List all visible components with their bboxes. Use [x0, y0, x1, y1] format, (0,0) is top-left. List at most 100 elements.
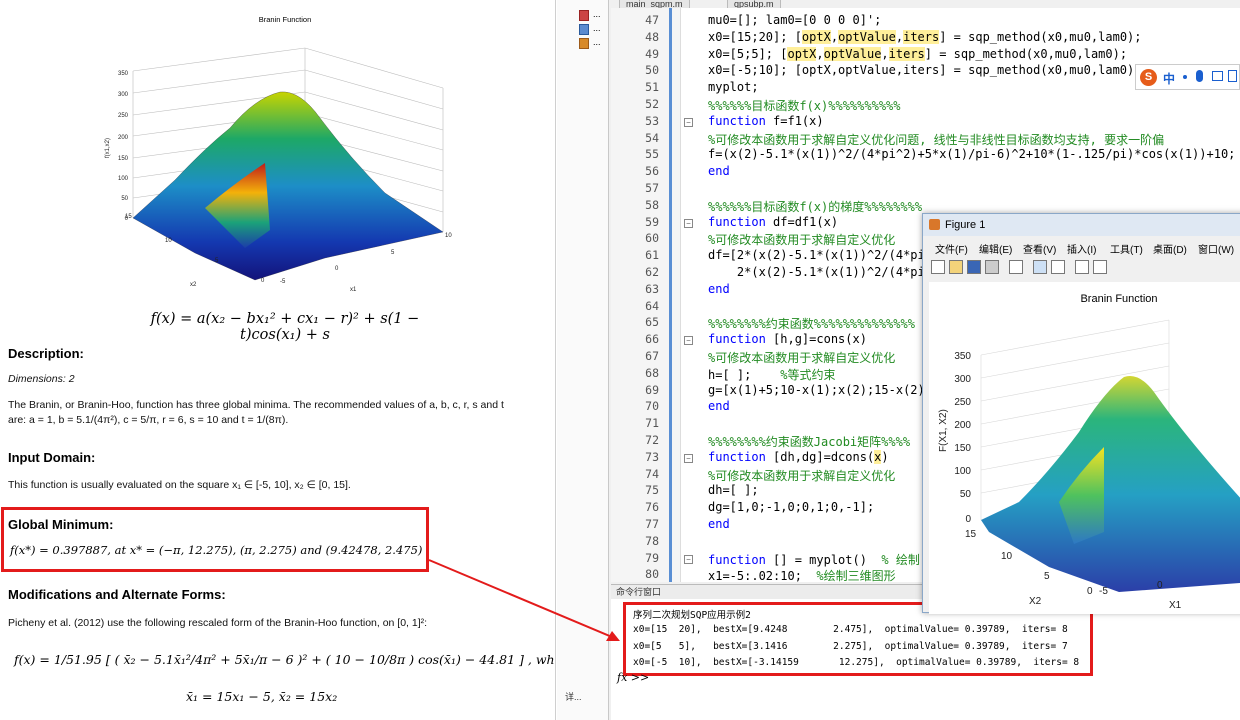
output-line: x0=[-5 10], bestX=[-3.14159 12.275], opt… — [633, 657, 1080, 668]
code-line[interactable]: dh=[ ]; — [708, 483, 759, 497]
plot-tools-icon[interactable] — [1093, 260, 1107, 274]
code-line[interactable]: x0=[15;20]; [optX,optValue,iters] = sqp_… — [708, 29, 1142, 44]
global-minimum-formula: f(x*) = 0.397887, at x* = (−π, 12.275), … — [10, 543, 423, 557]
microphone-icon[interactable] — [1196, 70, 1203, 82]
property-editor-icon[interactable] — [1051, 260, 1065, 274]
figure-titlebar[interactable]: Figure 1 — [923, 214, 1240, 236]
svg-text:X2: X2 — [1029, 596, 1042, 607]
figure-menubar: 文件(F) 编辑(E) 查看(V) 插入(I) 工具(T) 桌面(D) 窗口(W… — [923, 238, 1240, 256]
line-number: 75 — [645, 483, 659, 498]
code-line[interactable]: df=[2*(x(2)-5.1*(x(1))^2/(4*pi — [708, 248, 925, 262]
menu-view[interactable]: 查看(V) — [1023, 241, 1056, 256]
line-number: 76 — [645, 500, 659, 515]
svg-text:0: 0 — [1157, 580, 1163, 591]
fold-toggle-icon[interactable]: − — [684, 117, 693, 127]
code-line[interactable]: dg=[1,0;-1,0;0,1;0,-1]; — [708, 500, 874, 514]
line-number: 60 — [645, 231, 659, 246]
modifications-text: Picheny et al. (2012) use the following … — [8, 617, 428, 629]
modifications-heading: Modifications and Alternate Forms: — [8, 587, 226, 602]
svg-text:15: 15 — [965, 529, 977, 540]
code-line[interactable]: end — [708, 399, 730, 413]
svg-text:F(X1, X2): F(X1, X2) — [938, 409, 949, 452]
dock-icon[interactable] — [1033, 260, 1047, 274]
fold-toggle-icon[interactable]: − — [684, 336, 693, 346]
code-line[interactable]: end — [708, 517, 730, 531]
branin-formula: f(x) = a(x₂ − bx₁² + cx₁ − r)² + s(1 − t… — [150, 311, 420, 343]
fold-toggle-icon[interactable]: − — [684, 453, 693, 463]
code-line[interactable]: end — [708, 282, 730, 296]
code-line[interactable]: %可修改本函数用于求解自定义优化 — [708, 231, 895, 248]
code-line[interactable]: x0=[5;5]; [optX,optValue,iters] = sqp_me… — [708, 46, 1127, 61]
line-number: 74 — [645, 466, 659, 481]
line-number: 67 — [645, 349, 659, 363]
ime-language-label[interactable]: 中 — [1163, 70, 1175, 87]
code-line[interactable]: function [h,g]=cons(x) — [708, 332, 867, 346]
line-number: 68 — [645, 365, 659, 380]
svg-text:0: 0 — [261, 278, 265, 284]
figure-window[interactable]: Figure 1 文件(F) 编辑(E) 查看(V) 插入(I) 工具(T) 桌… — [922, 213, 1240, 614]
svg-text:10: 10 — [1001, 551, 1013, 562]
code-line[interactable]: %%%%%%目标函数f(x)%%%%%%%%%% — [708, 97, 901, 114]
code-line[interactable]: g=[x(1)+5;10-x(1);x(2);15-x(2) — [708, 383, 925, 397]
code-line[interactable]: %可修改本函数用于求解自定义优化问题, 线性与非线性目标函数均支持, 要求一阶偏 — [708, 131, 1164, 148]
code-line[interactable]: %%%%%%目标函数f(x)的梯度%%%%%%%% — [708, 198, 922, 215]
code-line[interactable]: end — [708, 164, 730, 178]
code-line[interactable]: function [] = myplot() % 绘制 — [708, 551, 920, 568]
left-chart-title: Branin Function — [259, 15, 312, 24]
svg-text:350: 350 — [118, 71, 129, 77]
code-line[interactable]: %%%%%%%%约束函数Jacobi矩阵%%%% — [708, 433, 910, 450]
menu-edit[interactable]: 编辑(E) — [979, 241, 1012, 256]
punct-icon[interactable] — [1183, 75, 1187, 79]
line-number: 48 — [645, 29, 659, 44]
branin-surface-plot: Branin Function 350 300 250 200 150 100 … — [105, 15, 452, 293]
line-number: 58 — [645, 197, 659, 212]
save-icon[interactable] — [967, 260, 981, 274]
file-icon[interactable] — [579, 38, 589, 49]
code-line[interactable]: function [dh,dg]=dcons(x) — [708, 449, 889, 464]
print-icon[interactable] — [985, 260, 999, 274]
code-line[interactable]: %可修改本函数用于求解自定义优化 — [708, 467, 895, 484]
menu-insert[interactable]: 插入(I) — [1067, 241, 1096, 256]
svg-text:0: 0 — [335, 266, 339, 272]
line-number: 71 — [645, 416, 659, 431]
keyboard-icon[interactable] — [1212, 71, 1223, 81]
input-domain-heading: Input Domain: — [8, 450, 96, 465]
figure-surface-plot[interactable]: Branin Function 350 300 250 200 150 100 … — [929, 282, 1240, 614]
open-icon[interactable] — [949, 260, 963, 274]
line-number: 79 — [645, 550, 659, 565]
code-line[interactable]: %可修改本函数用于求解自定义优化 — [708, 349, 895, 366]
code-line[interactable]: mu0=[]; lam0=[0 0 0 0]'; — [708, 13, 881, 27]
fold-toggle-icon[interactable]: − — [684, 218, 693, 228]
ellipsis-icon: ... — [593, 9, 601, 19]
menu-tools[interactable]: 工具(T) — [1110, 241, 1143, 256]
code-line[interactable]: x1=-5:.02:10; %绘制三维图形 — [708, 567, 896, 584]
svg-text:5: 5 — [1044, 571, 1050, 582]
code-line[interactable]: 2*(x(2)-5.1*(x(1))^2/(4*pi — [708, 265, 925, 279]
documentation-panel: Branin Function 350 300 250 200 150 100 … — [0, 0, 556, 720]
code-line[interactable]: function f=f1(x) — [708, 114, 824, 128]
fold-toggle-icon[interactable]: − — [684, 554, 693, 564]
output-line: x0=[5 5], bestX=[3.1416 2.275], optimalV… — [633, 641, 1068, 652]
menu-desktop[interactable]: 桌面(D) — [1153, 241, 1187, 256]
ime-toolbar[interactable]: S 中 — [1135, 64, 1240, 90]
file-icon[interactable] — [579, 10, 589, 21]
pointer-icon[interactable] — [1075, 260, 1089, 274]
link-plot-icon[interactable] — [1009, 260, 1023, 274]
code-line[interactable]: myplot; — [708, 80, 759, 94]
code-line[interactable]: h=[ ]; %等式约束 — [708, 366, 835, 383]
code-line[interactable]: function df=df1(x) — [708, 215, 838, 229]
menu-file[interactable]: 文件(F) — [935, 241, 968, 256]
code-line[interactable]: x0=[-5;10]; [optX,optValue,iters] = sqp_… — [708, 63, 1141, 77]
dimensions-text: Dimensions: 2 — [8, 373, 75, 385]
command-prompt[interactable]: fx >> — [617, 671, 649, 684]
code-line[interactable]: f=(x(2)-5.1*(x(1))^2/(4*pi^2)+5*x(1)/pi-… — [708, 147, 1235, 161]
matlab-logo-icon — [929, 219, 940, 230]
new-figure-icon[interactable] — [931, 260, 945, 274]
menu-grid-icon[interactable] — [1228, 70, 1237, 82]
svg-text:0: 0 — [965, 514, 971, 525]
file-icon[interactable] — [579, 24, 589, 35]
menu-window[interactable]: 窗口(W) — [1198, 241, 1234, 256]
code-line[interactable]: %%%%%%%%约束函数%%%%%%%%%%%%%% — [708, 315, 915, 332]
details-toggle[interactable]: 详... — [565, 690, 582, 703]
line-number: 69 — [645, 382, 659, 397]
